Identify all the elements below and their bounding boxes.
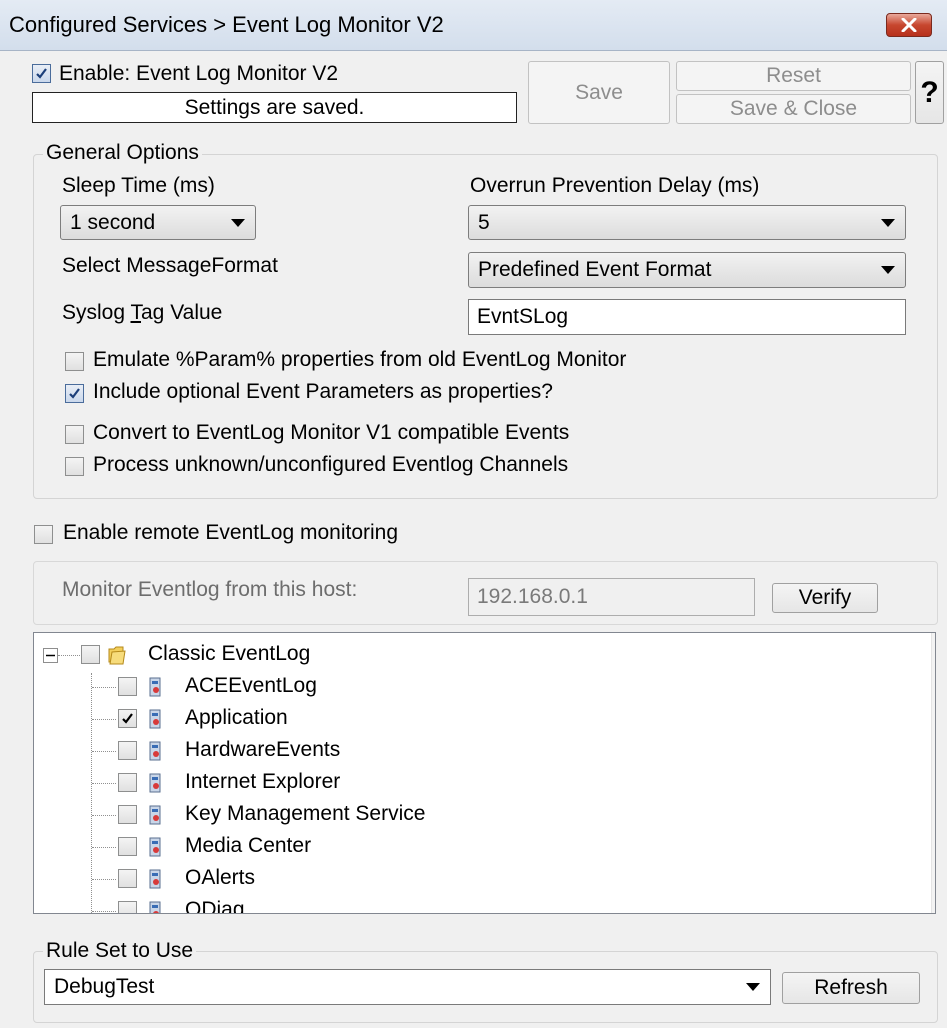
overrun-delay-value: 5 bbox=[478, 211, 490, 234]
include-params-label: Include optional Event Parameters as pro… bbox=[93, 380, 553, 403]
chevron-down-icon bbox=[231, 218, 245, 227]
ruleset-value: DebugTest bbox=[54, 975, 155, 998]
tree-item[interactable]: ODiag bbox=[34, 895, 894, 914]
overrun-delay-dropdown[interactable]: 5 bbox=[468, 205, 906, 240]
tree-item-checkbox[interactable] bbox=[118, 869, 137, 888]
sleep-time-value: 1 second bbox=[70, 211, 156, 234]
verify-button[interactable]: Verify bbox=[772, 583, 878, 613]
tree-item-label: Application bbox=[185, 706, 288, 729]
tree-item-label: ACEEventLog bbox=[185, 674, 317, 697]
tree-item-label: ODiag bbox=[185, 898, 245, 914]
syslog-tag-accelerator: T bbox=[130, 301, 142, 324]
general-options-title: General Options bbox=[43, 141, 202, 165]
convert-v1-checkbox[interactable] bbox=[65, 425, 84, 444]
close-icon bbox=[901, 18, 917, 32]
enable-service-label: Enable: Event Log Monitor V2 bbox=[59, 62, 339, 85]
tree-item-label: OAlerts bbox=[185, 866, 256, 889]
chevron-down-icon bbox=[746, 983, 760, 991]
chevron-down-icon bbox=[881, 218, 895, 227]
message-format-value: Predefined Event Format bbox=[478, 258, 712, 281]
tree-item-checkbox[interactable] bbox=[118, 677, 137, 696]
tree-item[interactable]: Key Management Service bbox=[34, 799, 894, 831]
close-button[interactable] bbox=[886, 13, 932, 37]
tree-item-label: Internet Explorer bbox=[185, 770, 341, 793]
collapse-icon[interactable] bbox=[43, 648, 58, 663]
ruleset-title: Rule Set to Use bbox=[43, 939, 197, 963]
syslog-tag-label-part: Syslog bbox=[62, 301, 131, 324]
folder-icon bbox=[108, 646, 126, 665]
event-log-icon bbox=[149, 805, 161, 825]
event-log-icon bbox=[149, 773, 161, 793]
save-button[interactable]: Save bbox=[528, 61, 670, 124]
emulate-param-checkbox[interactable] bbox=[65, 352, 84, 371]
window-title: Configured Services > Event Log Monitor … bbox=[9, 12, 444, 37]
tree-item[interactable]: HardwareEvents bbox=[34, 735, 894, 767]
check-icon bbox=[122, 713, 133, 724]
tree-item[interactable]: OAlerts bbox=[34, 863, 894, 895]
process-unknown-checkbox[interactable] bbox=[65, 457, 84, 476]
syslog-tag-input[interactable]: EvntSLog bbox=[468, 299, 906, 335]
tree-item-label: HardwareEvents bbox=[185, 738, 341, 761]
enable-remote-label: Enable remote EventLog monitoring bbox=[63, 521, 399, 544]
tree-item-checkbox[interactable] bbox=[118, 901, 137, 913]
tree-item-checkbox[interactable] bbox=[118, 805, 137, 824]
event-log-icon bbox=[149, 869, 161, 889]
emulate-param-label: Emulate %Param% properties from old Even… bbox=[93, 348, 627, 371]
tree-root-item[interactable]: Classic EventLog bbox=[34, 639, 894, 671]
remote-host-label: Monitor Eventlog from this host: bbox=[62, 578, 358, 601]
save-close-button[interactable]: Save & Close bbox=[676, 94, 911, 124]
sleep-time-label: Sleep Time (ms) bbox=[62, 174, 215, 197]
tree-item-checkbox[interactable] bbox=[118, 837, 137, 856]
help-button[interactable]: ? bbox=[915, 61, 944, 124]
tree-item[interactable]: Media Center bbox=[34, 831, 894, 863]
remote-host-input[interactable]: 192.168.0.1 bbox=[468, 578, 755, 616]
sleep-time-dropdown[interactable]: 1 second bbox=[60, 205, 256, 240]
ruleset-dropdown[interactable]: DebugTest bbox=[44, 969, 771, 1005]
refresh-button[interactable]: Refresh bbox=[782, 972, 920, 1004]
include-params-checkbox[interactable] bbox=[65, 384, 84, 403]
tree-item-checkbox[interactable] bbox=[118, 709, 137, 728]
check-icon bbox=[36, 68, 47, 79]
syslog-tag-label-part: ag Value bbox=[141, 301, 223, 324]
event-log-icon bbox=[149, 837, 161, 857]
convert-v1-label: Convert to EventLog Monitor V1 compatibl… bbox=[93, 421, 570, 444]
process-unknown-label: Process unknown/unconfigured Eventlog Ch… bbox=[93, 453, 569, 476]
tree-item[interactable]: Internet Explorer bbox=[34, 767, 894, 799]
tree-item-label: Key Management Service bbox=[185, 802, 426, 825]
tree-root-checkbox[interactable] bbox=[81, 645, 100, 664]
event-log-icon bbox=[149, 677, 161, 697]
reset-button[interactable]: Reset bbox=[676, 61, 911, 91]
title-bar: Configured Services > Event Log Monitor … bbox=[0, 0, 947, 51]
enable-service-checkbox[interactable] bbox=[32, 64, 51, 83]
enable-remote-checkbox[interactable] bbox=[34, 525, 53, 544]
event-log-icon bbox=[149, 741, 161, 761]
event-log-icon bbox=[149, 709, 161, 729]
check-icon bbox=[69, 388, 80, 399]
tree-item-checkbox[interactable] bbox=[118, 773, 137, 792]
status-field: Settings are saved. bbox=[32, 92, 517, 123]
syslog-tag-label: Syslog Tag Value bbox=[62, 301, 222, 325]
eventlog-tree[interactable]: Classic EventLog ACEEventLog Application… bbox=[33, 632, 936, 914]
overrun-delay-label: Overrun Prevention Delay (ms) bbox=[470, 174, 760, 197]
tree-item-checkbox[interactable] bbox=[118, 741, 137, 760]
tree-item[interactable]: Application bbox=[34, 703, 894, 735]
tree-item-label: Media Center bbox=[185, 834, 312, 857]
message-format-dropdown[interactable]: Predefined Event Format bbox=[468, 252, 906, 288]
tree-item[interactable]: ACEEventLog bbox=[34, 671, 894, 703]
event-log-icon bbox=[149, 901, 161, 913]
tree-scrollbar[interactable] bbox=[931, 633, 935, 913]
message-format-label: Select MessageFormat bbox=[62, 254, 278, 277]
chevron-down-icon bbox=[881, 266, 895, 274]
tree-root-label: Classic EventLog bbox=[148, 642, 311, 665]
